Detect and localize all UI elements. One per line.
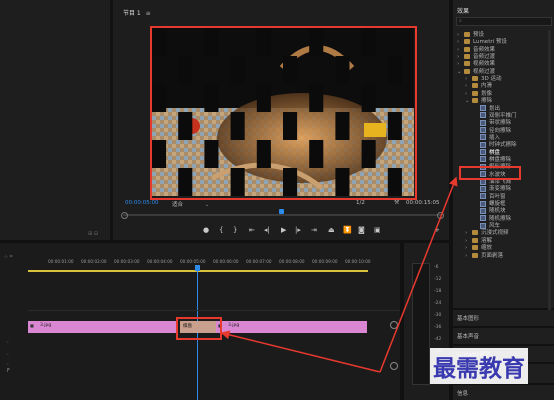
annotation-arrow [379, 176, 458, 373]
annotation-arrow [220, 330, 381, 373]
annotation-arrows [220, 176, 458, 373]
watermark-text: 最需教育 [430, 348, 528, 384]
